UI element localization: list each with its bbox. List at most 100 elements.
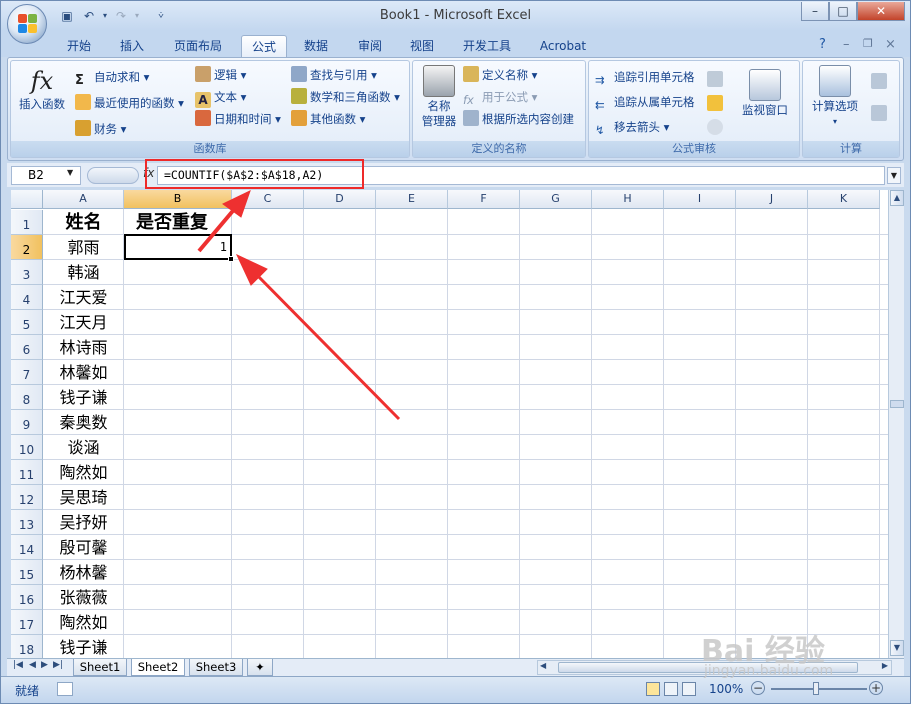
next-sheet-icon[interactable]: ▶ — [41, 660, 48, 670]
financial-button[interactable]: 财务 ▾ — [75, 119, 126, 139]
prev-sheet-icon[interactable]: ◀ — [29, 660, 36, 670]
help-icon[interactable]: ? — [819, 37, 826, 52]
customize-qat-icon[interactable]: ⩒ — [153, 8, 169, 24]
select-all-corner[interactable] — [11, 190, 43, 209]
use-in-formula-button[interactable]: fx 用于公式 ▾ — [463, 87, 537, 107]
tab-acrobat[interactable]: Acrobat — [531, 35, 595, 57]
row-header-13[interactable]: 13 — [11, 510, 43, 535]
name-manager-button[interactable]: 名称 管理器 — [417, 65, 461, 129]
redo-dropdown-icon[interactable]: ▾ — [129, 8, 145, 24]
row-header-4[interactable]: 4 — [11, 285, 43, 310]
zoom-level[interactable]: 100% — [709, 682, 743, 696]
row-header-1[interactable]: 1 — [11, 210, 43, 235]
cell-a10[interactable]: 谈涵 — [43, 435, 124, 460]
vertical-scroll-thumb[interactable] — [890, 400, 904, 408]
row-header-15[interactable]: 15 — [11, 560, 43, 585]
worksheet-grid[interactable]: ABCDEFGHIJK 1 2 3 4 5 6 7 8 9 10 11 12 13 14 15 16 17 18 … — [11, 190, 888, 658]
row-header-10[interactable]: 10 — [11, 435, 43, 460]
cell-a17[interactable]: 陶然如 — [43, 610, 124, 635]
fill-handle[interactable] — [228, 256, 234, 262]
tab-review[interactable]: 审阅 — [349, 35, 391, 57]
row-header-17[interactable]: 17 — [11, 610, 43, 635]
page-break-view-icon[interactable] — [682, 682, 696, 696]
row-header-18[interactable]: 18 — [11, 635, 43, 658]
undo-dropdown-icon[interactable]: ▾ — [97, 8, 113, 24]
zoom-in-icon[interactable]: + — [869, 681, 883, 695]
macro-record-icon[interactable] — [57, 682, 73, 696]
cell-a16[interactable]: 张薇薇 — [43, 585, 124, 610]
zoom-out-icon[interactable]: − — [751, 681, 765, 695]
column-header-d[interactable]: D — [304, 190, 376, 209]
recent-functions-button[interactable]: 最近使用的函数 ▾ — [75, 93, 184, 113]
page-layout-view-icon[interactable] — [664, 682, 678, 696]
row-header-9[interactable]: 9 — [11, 410, 43, 435]
lookup-button[interactable]: 查找与引用 ▾ — [291, 65, 377, 85]
watch-window-button[interactable]: 监视窗口 — [737, 69, 793, 118]
cell-a13[interactable]: 吴抒妍 — [43, 510, 124, 535]
scroll-down-icon[interactable]: ▼ — [890, 640, 904, 656]
column-header-e[interactable]: E — [376, 190, 448, 209]
row-header-14[interactable]: 14 — [11, 535, 43, 560]
logical-button[interactable]: 逻辑 ▾ — [195, 65, 246, 85]
column-header-b[interactable]: B — [124, 190, 232, 209]
cell-a1[interactable]: 姓名 — [43, 210, 124, 235]
name-box-dropdown-icon[interactable]: ▼ — [67, 168, 73, 177]
normal-view-icon[interactable] — [646, 682, 660, 696]
row-header-8[interactable]: 8 — [11, 385, 43, 410]
column-header-h[interactable]: H — [592, 190, 664, 209]
column-header-f[interactable]: F — [448, 190, 520, 209]
save-icon[interactable]: ▣ — [59, 8, 75, 24]
cell-a12[interactable]: 吴思琦 — [43, 485, 124, 510]
insert-function-button[interactable]: fx 插入函数 — [17, 65, 67, 112]
tab-view[interactable]: 视图 — [401, 35, 443, 57]
row-header-12[interactable]: 12 — [11, 485, 43, 510]
define-name-button[interactable]: 定义名称 ▾ — [463, 65, 537, 85]
tab-developer[interactable]: 开发工具 — [455, 35, 519, 57]
cell-a5[interactable]: 江天月 — [43, 310, 124, 335]
row-header-2[interactable]: 2 — [11, 235, 43, 260]
remove-arrows-button[interactable]: ↯ 移去箭头 ▾ — [595, 117, 669, 137]
math-button[interactable]: 数学和三角函数 ▾ — [291, 87, 400, 107]
cell-a4[interactable]: 江天爱 — [43, 285, 124, 310]
row-header-3[interactable]: 3 — [11, 260, 43, 285]
tab-data[interactable]: 数据 — [295, 35, 337, 57]
redo-icon[interactable]: ↷ — [113, 8, 129, 24]
tab-home[interactable]: 开始 — [59, 35, 99, 57]
calc-now-icon[interactable] — [871, 73, 887, 89]
zoom-slider[interactable] — [771, 688, 867, 690]
maximize-button[interactable]: □ — [829, 2, 857, 21]
office-button[interactable] — [7, 4, 47, 44]
calc-sheet-icon[interactable] — [871, 105, 887, 121]
create-from-selection-button[interactable]: 根据所选内容创建 — [463, 109, 574, 129]
error-checking-icon[interactable] — [707, 95, 723, 111]
scroll-left-icon[interactable]: ◀ — [540, 661, 546, 670]
cell-a3[interactable]: 韩涵 — [43, 260, 124, 285]
ribbon-restore-icon[interactable]: ❐ — [863, 37, 873, 50]
ribbon-minimize-icon[interactable]: – — [843, 37, 850, 52]
cell-a9[interactable]: 秦奥数 — [43, 410, 124, 435]
close-button[interactable]: ✕ — [857, 2, 905, 21]
row-header-11[interactable]: 11 — [11, 460, 43, 485]
scroll-right-icon[interactable]: ▶ — [882, 661, 888, 670]
formula-bar-divider[interactable] — [87, 167, 139, 184]
sheet-tab-sheet1[interactable]: Sheet1 — [73, 659, 127, 676]
column-header-g[interactable]: G — [520, 190, 592, 209]
evaluate-formula-icon[interactable] — [707, 119, 723, 135]
tab-insert[interactable]: 插入 — [111, 35, 153, 57]
column-header-a[interactable]: A — [43, 190, 124, 209]
cell-a14[interactable]: 殷可馨 — [43, 535, 124, 560]
column-header-k[interactable]: K — [808, 190, 880, 209]
column-header-j[interactable]: J — [736, 190, 808, 209]
cell-a7[interactable]: 林馨如 — [43, 360, 124, 385]
cell-a8[interactable]: 钱子谦 — [43, 385, 124, 410]
show-formulas-icon[interactable] — [707, 71, 723, 87]
tab-formulas[interactable]: 公式 — [241, 35, 287, 57]
cell-a11[interactable]: 陶然如 — [43, 460, 124, 485]
cell-a18[interactable]: 钱子谦 — [43, 635, 124, 658]
insert-sheet-icon[interactable]: ✦ — [247, 659, 273, 676]
row-header-5[interactable]: 5 — [11, 310, 43, 335]
row-header-6[interactable]: 6 — [11, 335, 43, 360]
trace-dependents-button[interactable]: ⇇ 追踪从属单元格 — [595, 92, 695, 112]
datetime-button[interactable]: 日期和时间 ▾ — [195, 109, 281, 129]
column-header-c[interactable]: C — [232, 190, 304, 209]
